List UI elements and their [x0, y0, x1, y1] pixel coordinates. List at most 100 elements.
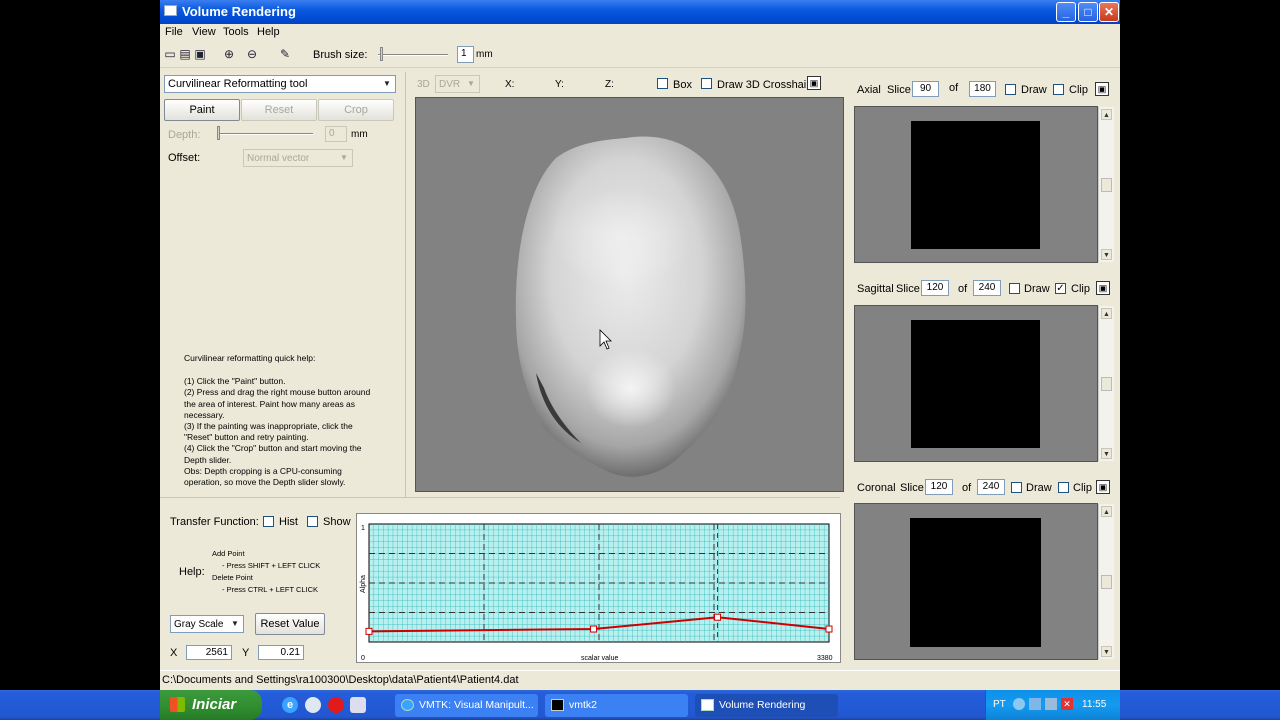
paint-button[interactable]: Paint: [164, 99, 240, 121]
menu-file[interactable]: File: [165, 26, 183, 38]
scroll-up-icon[interactable]: ▲: [1101, 506, 1112, 517]
sagittal-view[interactable]: ▲ ▼: [854, 305, 1114, 462]
tray-network-icon[interactable]: [1013, 698, 1025, 710]
tool-select[interactable]: Curvilinear Reformatting tool ▼: [164, 75, 396, 93]
coronal-total-field: 240: [977, 479, 1005, 495]
open-icon[interactable]: ▭: [163, 47, 177, 61]
snapshot-icon[interactable]: ▣: [807, 76, 821, 90]
brush-size-unit: mm: [476, 49, 493, 60]
menu-help[interactable]: Help: [257, 26, 280, 38]
sagittal-slice-field[interactable]: 120: [921, 280, 949, 296]
menu-tools[interactable]: Tools: [223, 26, 249, 38]
brush-size-slider-thumb[interactable]: [380, 47, 383, 61]
tf-x-field[interactable]: 2561: [186, 645, 232, 660]
show-label: Show: [323, 516, 351, 528]
scroll-up-icon[interactable]: ▲: [1101, 308, 1112, 319]
axial-scrollbar[interactable]: ▲ ▼: [1098, 107, 1114, 262]
sagittal-snapshot-icon[interactable]: ▣: [1096, 281, 1110, 295]
sagittal-clip-checkbox[interactable]: ✓: [1055, 283, 1066, 294]
volume-render-view[interactable]: [415, 97, 844, 492]
box-checkbox[interactable]: [657, 78, 668, 89]
tool-select-value: Curvilinear Reformatting tool: [168, 78, 308, 90]
sagittal-draw-checkbox[interactable]: [1009, 283, 1020, 294]
panel-divider: [405, 72, 406, 497]
scroll-thumb[interactable]: [1101, 178, 1112, 192]
sagittal-slice-label: Slice: [896, 283, 920, 295]
brush-size-field[interactable]: 1: [457, 46, 474, 63]
sagittal-slice-image: [911, 320, 1040, 448]
tray-security-icon[interactable]: ✕: [1061, 698, 1073, 710]
scroll-thumb[interactable]: [1101, 575, 1112, 589]
zoom-in-icon[interactable]: ⊕: [222, 47, 236, 61]
task-vmtk2[interactable]: vmtk2: [545, 694, 688, 717]
eraser-icon[interactable]: ✎: [278, 47, 292, 61]
coronal-clip-checkbox[interactable]: [1058, 482, 1069, 493]
control-point: [714, 613, 722, 621]
coronal-snapshot-icon[interactable]: ▣: [1096, 480, 1110, 494]
box-label: Box: [673, 79, 692, 91]
opera-icon[interactable]: [328, 697, 344, 713]
menu-view[interactable]: View: [192, 26, 216, 38]
head-render: [515, 136, 746, 477]
minimize-button[interactable]: _: [1056, 2, 1076, 22]
panel-divider: [160, 497, 840, 498]
save-icon[interactable]: ▣: [193, 47, 207, 61]
coronal-slice-field[interactable]: 120: [925, 479, 953, 495]
scroll-down-icon[interactable]: ▼: [1101, 448, 1112, 459]
window-title: Volume Rendering: [182, 4, 296, 19]
chevron-down-icon: ▼: [231, 619, 239, 628]
y-axis-label: Alpha: [360, 575, 367, 593]
transfer-function-chart[interactable]: 1 0 3380 scalar value Alpha: [356, 513, 841, 663]
offset-select[interactable]: Normal vector ▼: [243, 149, 353, 167]
scroll-down-icon[interactable]: ▼: [1101, 249, 1112, 260]
depth-field[interactable]: 0: [325, 126, 347, 142]
depth-slider-thumb[interactable]: [217, 126, 220, 140]
show-checkbox[interactable]: [307, 516, 318, 527]
coronal-scrollbar[interactable]: ▲ ▼: [1098, 504, 1114, 659]
colormap-select[interactable]: Gray Scale ▼: [170, 615, 244, 633]
crop-button[interactable]: Crop: [318, 99, 394, 121]
axial-clip-checkbox[interactable]: [1053, 84, 1064, 95]
tf-y-field[interactable]: 0.21: [258, 645, 304, 660]
axial-view[interactable]: ▲ ▼: [854, 106, 1114, 263]
axial-label: Axial: [857, 84, 881, 96]
hist-checkbox[interactable]: [263, 516, 274, 527]
quick-help-line: necessary.: [184, 409, 225, 420]
reset-value-button[interactable]: Reset Value: [255, 613, 325, 635]
crosshair-checkbox[interactable]: [701, 78, 712, 89]
coronal-label: Coronal: [857, 482, 896, 494]
ie-icon: [401, 699, 414, 711]
tray-device-icon[interactable]: [1045, 698, 1057, 710]
scroll-thumb[interactable]: [1101, 377, 1112, 391]
scroll-up-icon[interactable]: ▲: [1101, 109, 1112, 120]
render-mode-select[interactable]: DVR ▼: [435, 75, 480, 93]
ie-icon[interactable]: e: [282, 697, 298, 713]
coronal-clip-label: Clip: [1073, 482, 1092, 494]
task-vmtk-label: VMTK: Visual Manipult...: [419, 699, 534, 711]
depth-slider[interactable]: [217, 133, 313, 135]
maximize-button[interactable]: □: [1078, 2, 1098, 22]
transfer-function-plot[interactable]: 1 0 3380 scalar value Alpha: [357, 514, 840, 662]
task-volume-rendering[interactable]: Volume Rendering: [695, 694, 838, 717]
task-vmtk[interactable]: VMTK: Visual Manipult...: [395, 694, 538, 717]
quicklaunch-app-icon[interactable]: [305, 697, 321, 713]
start-button[interactable]: Iniciar: [160, 690, 262, 720]
tray-monitor-icon[interactable]: [1029, 698, 1041, 710]
axial-slice-field[interactable]: 90: [912, 81, 939, 97]
axial-draw-checkbox[interactable]: [1005, 84, 1016, 95]
reset-button[interactable]: Reset: [241, 99, 317, 121]
open-series-icon[interactable]: ▤: [178, 47, 192, 61]
coronal-draw-checkbox[interactable]: [1011, 482, 1022, 493]
sagittal-scrollbar[interactable]: ▲ ▼: [1098, 306, 1114, 461]
brush-size-slider[interactable]: [378, 54, 448, 56]
toolbar: ▭ ▤ ▣ ⊕ ⊖ ✎ Brush size: 1 mm: [160, 42, 1120, 68]
crosshair-label: Draw 3D Crosshair: [717, 79, 810, 91]
scroll-down-icon[interactable]: ▼: [1101, 646, 1112, 657]
axial-snapshot-icon[interactable]: ▣: [1095, 82, 1109, 96]
quicklaunch-app2-icon[interactable]: [350, 697, 366, 713]
coronal-view[interactable]: ▲ ▼: [854, 503, 1114, 660]
language-indicator[interactable]: PT: [993, 699, 1006, 710]
close-button[interactable]: ✕: [1099, 2, 1119, 22]
zoom-out-icon[interactable]: ⊖: [245, 47, 259, 61]
title-bar[interactable]: Volume Rendering _ □ ✕: [160, 0, 1120, 24]
